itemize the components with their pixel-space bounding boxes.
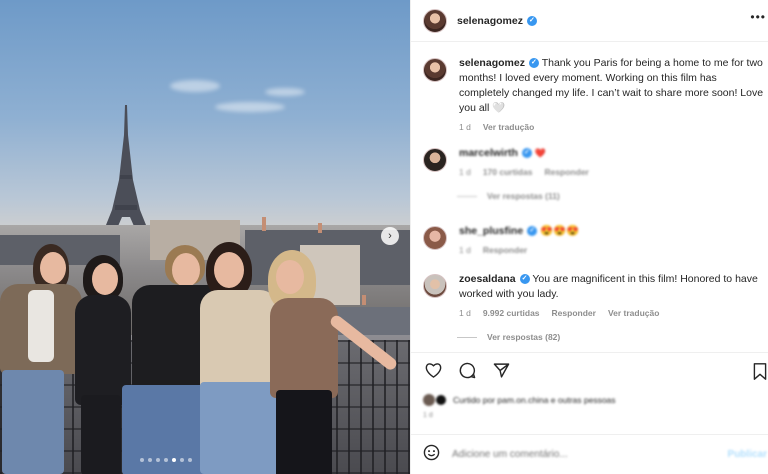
commenter-avatar[interactable] — [423, 274, 447, 298]
translate-link[interactable]: Ver tradução — [483, 122, 535, 132]
bookmark-icon[interactable] — [753, 363, 767, 384]
comment-time[interactable]: 1 d — [459, 308, 471, 318]
comment-likes[interactable]: 170 curtidas — [483, 167, 533, 177]
translate-link[interactable]: Ver tradução — [608, 308, 660, 318]
reply-button[interactable]: Responder — [552, 308, 596, 318]
comment-username[interactable]: zoesaldana — [459, 273, 516, 285]
carousel-dot — [140, 458, 144, 462]
comment-username[interactable]: she_plusfine — [459, 225, 523, 237]
verified-badge-icon: ✓ — [521, 148, 532, 159]
caption-time[interactable]: 1 d — [459, 122, 471, 132]
verified-badge-icon: ✓ — [527, 226, 538, 237]
cloud — [265, 88, 305, 96]
chimney — [262, 217, 266, 231]
view-replies-label: Ver respostas (82) — [487, 332, 561, 342]
carousel-dot — [180, 458, 184, 462]
carousel-dot — [188, 458, 192, 462]
heart-icon[interactable] — [423, 362, 443, 383]
likes-text: Curtido por pam.on.china e outras pessoa… — [453, 395, 616, 405]
post-side-panel: selenagomez ✓ ••• selenagomez ✓ Thank you… — [410, 0, 768, 474]
carousel-dot-active — [172, 458, 176, 462]
carousel-dot — [148, 458, 152, 462]
carousel-dot — [156, 458, 160, 462]
liker-avatar — [435, 394, 447, 406]
paper-plane-icon[interactable] — [491, 362, 511, 384]
publish-button[interactable]: Publicar — [728, 449, 767, 460]
reply-button[interactable]: Responder — [544, 167, 588, 177]
emoji-icon[interactable] — [423, 444, 440, 466]
more-horizontal-icon[interactable]: ••• — [750, 10, 766, 24]
view-replies-label: Ver respostas (11) — [487, 191, 560, 201]
next-slide-button[interactable]: › — [381, 227, 399, 245]
caption-username[interactable]: selenagomez — [459, 57, 525, 69]
cloud — [170, 80, 220, 92]
action-bar — [411, 352, 768, 392]
author-avatar[interactable] — [423, 8, 447, 33]
comment-text: 😍😍😍 — [540, 225, 580, 237]
comment-time[interactable]: 1 d — [459, 167, 471, 177]
cloud — [215, 102, 285, 112]
likes-summary[interactable]: Curtido por pam.on.china e outras pessoa… — [423, 394, 616, 406]
post-photo[interactable]: › — [0, 0, 410, 474]
carousel-dot — [164, 458, 168, 462]
comment: marcelwirth ✓ ❤️ 1 d 170 curtidas Respond… — [423, 146, 767, 201]
add-comment-bar: Publicar — [411, 434, 768, 474]
author-avatar[interactable] — [423, 58, 447, 82]
liker-avatar — [423, 394, 435, 406]
eiffel-tower — [100, 105, 152, 240]
comment-likes[interactable]: 9.992 curtidas — [483, 308, 540, 318]
comments-list: selenagomez ✓ Thank you Paris for being a… — [411, 50, 768, 350]
comment: she_plusfine ✓ 😍😍😍 1 d Responder — [423, 224, 767, 255]
comment: zoesaldana ✓ You are magnificent in this … — [423, 272, 767, 342]
commenter-avatar[interactable] — [423, 226, 447, 250]
chimney — [362, 295, 366, 305]
view-replies-button[interactable]: Ver respostas (82) — [457, 332, 767, 342]
verified-badge-icon: ✓ — [528, 58, 539, 69]
chimney — [318, 223, 322, 233]
caption: selenagomez ✓ Thank you Paris for being a… — [423, 56, 767, 132]
carousel-dots — [140, 458, 192, 462]
comment-time[interactable]: 1 d — [459, 245, 471, 255]
view-replies-button[interactable]: Ver respostas (11) — [457, 191, 767, 201]
comment-username[interactable]: marcelwirth — [459, 147, 518, 159]
comment-input[interactable] — [452, 449, 702, 460]
reply-button[interactable]: Responder — [483, 245, 527, 255]
comment-text: ❤️ — [534, 148, 547, 158]
verified-badge-icon: ✓ — [526, 15, 537, 26]
comment-icon[interactable] — [457, 362, 477, 384]
author-username[interactable]: selenagomez — [457, 15, 523, 27]
commenter-avatar[interactable] — [423, 148, 447, 172]
verified-badge-icon: ✓ — [519, 274, 530, 285]
post-time[interactable]: 1 d — [423, 412, 433, 419]
post-header: selenagomez ✓ ••• — [411, 0, 768, 42]
